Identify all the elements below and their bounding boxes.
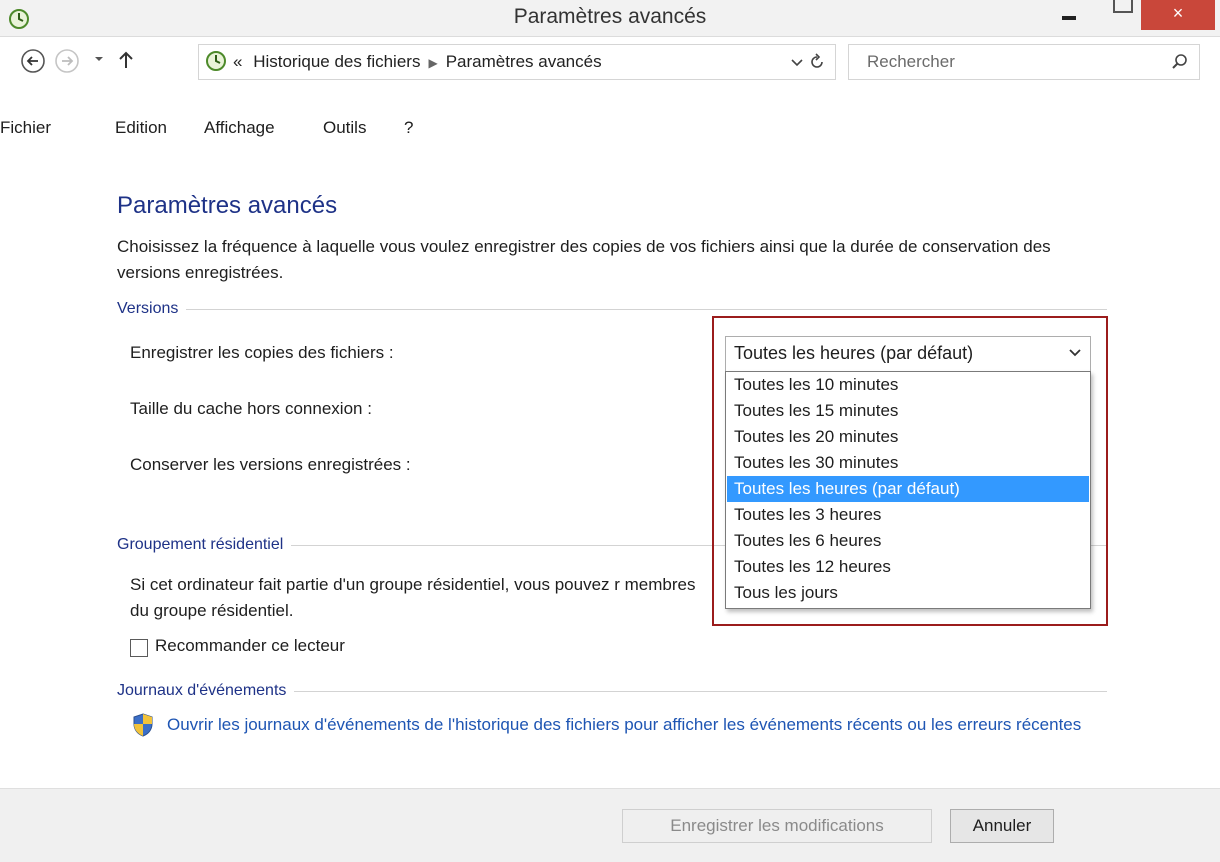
refresh-icon[interactable]: [807, 52, 827, 72]
uac-shield-icon: [133, 713, 153, 737]
minimize-button[interactable]: [1048, 0, 1088, 28]
menu-help[interactable]: ?: [404, 118, 413, 138]
open-event-logs-link[interactable]: Ouvrir les journaux d'événements de l'hi…: [167, 712, 1097, 738]
events-heading: Journaux d'événements: [117, 682, 287, 699]
close-icon: ×: [1172, 3, 1184, 23]
main-content: Paramètres avancés Choisissez la fréquen…: [0, 150, 1220, 778]
save-frequency-options: Toutes les 10 minutes Toutes les 15 minu…: [725, 371, 1091, 609]
cache-size-label: Taille du cache hors connexion :: [130, 399, 372, 418]
up-arrow-icon[interactable]: [114, 48, 138, 72]
frequency-option[interactable]: Toutes les 20 minutes: [727, 424, 1089, 450]
page-description: Choisissez la fréquence à laquelle vous …: [117, 237, 1051, 282]
frequency-option[interactable]: Toutes les 30 minutes: [727, 450, 1089, 476]
menu-edition[interactable]: Edition: [115, 118, 167, 138]
keep-versions-label: Conserver les versions enregistrées :: [130, 455, 411, 474]
frequency-option[interactable]: Tous les jours: [727, 580, 1089, 606]
back-button[interactable]: [20, 48, 46, 74]
divider: [294, 690, 1107, 692]
breadcrumb-overflow[interactable]: «: [233, 52, 242, 71]
file-history-icon: [206, 51, 226, 71]
breadcrumb-item-history[interactable]: Historique des fichiers: [253, 52, 420, 71]
divider: [186, 308, 1107, 310]
frequency-option[interactable]: Toutes les 10 minutes: [727, 372, 1089, 398]
recommend-drive-checkbox[interactable]: [130, 639, 148, 657]
frequency-option[interactable]: Toutes les 12 heures: [727, 554, 1089, 580]
frequency-option[interactable]: Toutes les 15 minutes: [727, 398, 1089, 424]
save-changes-button[interactable]: Enregistrer les modifications: [622, 809, 932, 843]
footer-bar: Enregistrer les modifications Annuler: [0, 788, 1220, 862]
breadcrumb-item-advanced[interactable]: Paramètres avancés: [446, 52, 602, 71]
chevron-down-icon: [1069, 349, 1081, 357]
address-history-chevron-icon[interactable]: [789, 54, 805, 70]
cancel-button[interactable]: Annuler: [950, 809, 1054, 843]
versions-group: Versions: [117, 298, 1107, 320]
versions-heading: Versions: [117, 300, 179, 317]
save-copies-label: Enregistrer les copies des fichiers :: [130, 343, 394, 362]
search-icon[interactable]: [1171, 53, 1189, 71]
breadcrumb: « Historique des fichiers ▶ Paramètres ava…: [233, 52, 602, 72]
frequency-option[interactable]: Toutes les 6 heures: [727, 528, 1089, 554]
title-bar: Paramètres avancés ×: [0, 0, 1220, 37]
events-group: Journaux d'événements: [117, 680, 1107, 702]
navigation-bar: « Historique des fichiers ▶ Paramètres ava…: [0, 36, 1220, 84]
page-title: Paramètres avancés: [117, 192, 338, 219]
address-bar[interactable]: « Historique des fichiers ▶ Paramètres ava…: [198, 44, 836, 80]
frequency-option-selected[interactable]: Toutes les heures (par défaut): [727, 476, 1089, 502]
search-placeholder: Rechercher: [867, 52, 955, 71]
breadcrumb-separator-icon: ▶: [428, 56, 438, 70]
close-button[interactable]: ×: [1141, 0, 1215, 30]
recent-locations-chevron-icon[interactable]: [90, 50, 108, 68]
menu-affichage[interactable]: Affichage: [204, 118, 275, 138]
homegroup-description: Si cet ordinateur fait partie d'un group…: [130, 575, 696, 620]
window-title: Paramètres avancés: [513, 5, 707, 28]
forward-button[interactable]: [54, 48, 80, 74]
homegroup-heading: Groupement résidentiel: [117, 536, 284, 553]
recommend-drive-label[interactable]: Recommander ce lecteur: [155, 636, 345, 656]
maximize-button[interactable]: [1100, 0, 1140, 28]
save-frequency-select[interactable]: Toutes les heures (par défaut): [725, 336, 1091, 372]
save-frequency-value: Toutes les heures (par défaut): [734, 343, 974, 363]
menu-fichier[interactable]: Fichier: [0, 118, 51, 138]
search-box[interactable]: Rechercher: [848, 44, 1200, 80]
menu-outils[interactable]: Outils: [323, 118, 366, 138]
frequency-option[interactable]: Toutes les 3 heures: [727, 502, 1089, 528]
